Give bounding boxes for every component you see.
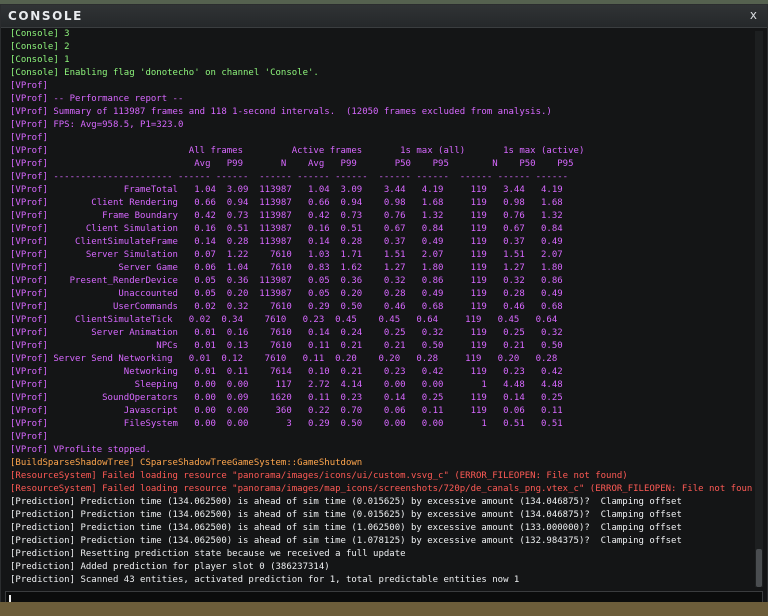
- log-line: [VProf] Server Simulation 0.07 1.22 7610…: [10, 250, 563, 260]
- log-line: [VProf] Client Rendering 0.66 0.94 11398…: [10, 198, 563, 208]
- log-line: [VProf] Server Game 0.06 1.04 7610 0.83 …: [10, 263, 563, 273]
- log-line: [VProf] Networking 0.01 0.11 7614 0.10 0…: [10, 367, 563, 377]
- log-line: [VProf] Avg P99 N Avg P99 P50 P95 N P50 …: [10, 159, 574, 169]
- log-line: [VProf] FPS: Avg=958.5, P1=323.0: [10, 120, 184, 130]
- log-line: [Console] 1: [10, 55, 70, 65]
- console-titlebar[interactable]: CONSOLE x: [1, 5, 767, 28]
- log-line: [VProf] FileSystem 0.00 0.00 3 0.29 0.50…: [10, 419, 563, 429]
- log-line: [Prediction] Resetting prediction state …: [10, 549, 406, 559]
- log-line: [ResourceSystem] Failed loading resource…: [10, 471, 628, 481]
- log-scrollbar[interactable]: [755, 31, 763, 587]
- log-line: [VProf] VProfLite stopped.: [10, 445, 151, 455]
- log-line: [VProf] NPCs 0.01 0.13 7610 0.11 0.21 0.…: [10, 341, 563, 351]
- log-line: [Prediction] Prediction time (134.062500…: [10, 510, 682, 520]
- log-line: [Prediction] Prediction time (134.062500…: [10, 497, 682, 507]
- console-window: CONSOLE x [Console] 3 [Console] 2 [Console…: [0, 4, 768, 612]
- log-line: [VProf] SoundOperators 0.00 0.09 1620 0.…: [10, 393, 563, 403]
- log-line: [VProf] Present_RenderDevice 0.05 0.36 1…: [10, 276, 563, 286]
- log-line: [Console] Enabling flag 'donotecho' on c…: [10, 68, 319, 78]
- log-line: [VProf] Unaccounted 0.05 0.20 113987 0.0…: [10, 289, 563, 299]
- console-log[interactable]: [Console] 3 [Console] 2 [Console] 1 [Consol…: [10, 28, 752, 588]
- log-line: [VProf] ---------------------- ------ --…: [10, 172, 569, 182]
- log-line: [VProf] UserCommands 0.02 0.32 7610 0.29…: [10, 302, 563, 312]
- close-icon[interactable]: x: [750, 8, 757, 22]
- log-line: [Prediction] Prediction time (134.062500…: [10, 536, 682, 546]
- log-line: [VProf] ClientSimulateTick 0.02 0.34 761…: [10, 315, 558, 325]
- log-line: [VProf] Server Animation 0.01 0.16 7610 …: [10, 328, 563, 338]
- log-line: [VProf] All frames Active frames 1s max …: [10, 146, 585, 156]
- log-line: [VProf] ClientSimulateFrame 0.14 0.28 11…: [10, 237, 563, 247]
- log-line: [VProf]: [10, 432, 48, 442]
- log-line: [VProf]: [10, 133, 48, 143]
- window-title: CONSOLE: [8, 9, 83, 23]
- log-line: [VProf] Javascript 0.00 0.00 360 0.22 0.…: [10, 406, 563, 416]
- log-line: [Console] 2: [10, 42, 70, 52]
- log-line: [BuildSparseShadowTree] CSparseShadowTre…: [10, 458, 363, 468]
- log-line: [Console] 3: [10, 29, 70, 39]
- log-line: [VProf] Server Send Networking 0.01 0.12…: [10, 354, 558, 364]
- log-line: [VProf] Summary of 113987 frames and 118…: [10, 107, 552, 117]
- log-line: [VProf]: [10, 81, 48, 91]
- log-line: [Prediction] Prediction time (134.062500…: [10, 523, 682, 533]
- log-line: [ResourceSystem] Failed loading resource…: [10, 484, 752, 494]
- game-background-bottom: [0, 602, 768, 616]
- log-line: [VProf] FrameTotal 1.04 3.09 113987 1.04…: [10, 185, 563, 195]
- scrollbar-thumb[interactable]: [756, 549, 762, 587]
- log-line: [VProf] Sleeping 0.00 0.00 117 2.72 4.14…: [10, 380, 563, 390]
- log-line: [VProf] Client Simulation 0.16 0.51 1139…: [10, 224, 563, 234]
- log-line: [VProf] Frame Boundary 0.42 0.73 113987 …: [10, 211, 563, 221]
- log-line: [VProf] -- Performance report --: [10, 94, 184, 104]
- log-line: [Prediction] Added prediction for player…: [10, 562, 330, 572]
- log-line: [Prediction] Scanned 43 entities, activa…: [10, 575, 520, 585]
